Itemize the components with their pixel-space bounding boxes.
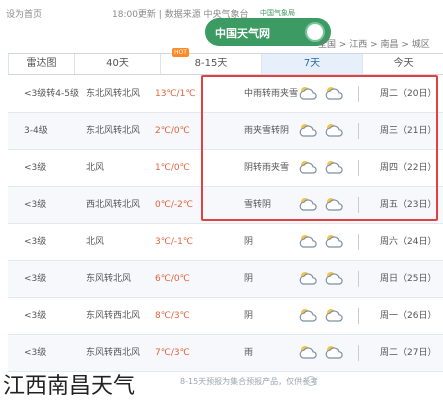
wind-direction: 东风转北风 bbox=[86, 274, 132, 284]
wind-level: <3级 bbox=[24, 311, 47, 321]
day-label: 周六（24日） bbox=[380, 237, 437, 247]
set-homepage-link[interactable]: 设为首页 bbox=[6, 7, 42, 20]
divider bbox=[358, 271, 359, 287]
temperature: 13℃/1℃ bbox=[155, 89, 196, 99]
temperature: 1℃/0℃ bbox=[155, 163, 190, 173]
tab-label: 40天 bbox=[106, 58, 129, 69]
site-logo[interactable]: 中国气象局 中国天气网 bbox=[205, 8, 331, 46]
tab-label: 8-15天 bbox=[194, 58, 228, 69]
weather-icon bbox=[324, 270, 344, 288]
tab-40day[interactable]: 40天 HOT bbox=[74, 48, 189, 74]
temperature: 7℃/3℃ bbox=[155, 348, 190, 358]
wind-direction: 西北风转北风 bbox=[86, 200, 141, 210]
tab-8-15day[interactable]: 8-15天 bbox=[160, 54, 261, 74]
day-label: 周日（25日） bbox=[380, 274, 437, 284]
tab-7day[interactable]: 7天 bbox=[261, 54, 362, 74]
wind-level: <3级 bbox=[24, 274, 47, 284]
tab-today[interactable]: 今天 bbox=[362, 54, 443, 74]
weather-icon bbox=[298, 344, 318, 362]
wind-level: <3级 bbox=[24, 348, 47, 358]
divider bbox=[358, 308, 359, 324]
wind-level: <3级 bbox=[24, 163, 47, 173]
weather-description: 阴 bbox=[244, 274, 254, 284]
temperature: 3℃/-1℃ bbox=[155, 237, 193, 247]
divider bbox=[358, 234, 359, 250]
tab-radar[interactable]: 雷达图 bbox=[8, 54, 74, 74]
wind-direction: 北风 bbox=[86, 237, 105, 247]
wind-direction: 东风转西北风 bbox=[86, 348, 141, 358]
forecast-row[interactable]: 周二（27日） 雨 7℃/3℃ 东风转西北风 <3级 bbox=[8, 335, 443, 372]
wind-level: <3级 bbox=[24, 200, 47, 210]
footnote: 8-15天预报为集合预报产品，仅供参考 bbox=[180, 377, 319, 386]
weather-icon bbox=[324, 344, 344, 362]
weather-description: 阴 bbox=[244, 311, 254, 321]
day-label: 周一（26日） bbox=[380, 311, 437, 321]
weather-icon bbox=[324, 233, 344, 251]
image-caption: 江西南昌天气 bbox=[3, 374, 136, 399]
temperature: 8℃/3℃ bbox=[155, 311, 190, 321]
forecast-row[interactable]: 周日（25日） 阴 6℃/0℃ 东风转北风 <3级 bbox=[8, 261, 443, 298]
wind-direction: 东北风转北风 bbox=[86, 89, 141, 99]
info-icon bbox=[306, 376, 316, 386]
wind-level: <3级 bbox=[24, 237, 47, 247]
weather-icon bbox=[298, 233, 318, 251]
temperature: 6℃/0℃ bbox=[155, 274, 190, 284]
wind-direction: 北风 bbox=[86, 163, 105, 173]
weather-description: 阴 bbox=[244, 237, 254, 247]
logo-subtitle: 中国气象局 bbox=[257, 8, 298, 18]
forecast-tabs: 雷达图 40天 HOT 8-15天 7天 今天 bbox=[8, 48, 443, 75]
highlight-box bbox=[201, 75, 438, 221]
tab-label: 雷达图 bbox=[26, 58, 57, 69]
divider bbox=[358, 345, 359, 361]
tab-label: 7天 bbox=[303, 58, 321, 69]
weather-description: 雨 bbox=[244, 348, 254, 358]
weather-icon bbox=[298, 307, 318, 325]
wind-direction: 东风转西北风 bbox=[86, 311, 141, 321]
forecast-row[interactable]: 周一（26日） 阴 8℃/3℃ 东风转西北风 <3级 bbox=[8, 298, 443, 335]
forecast-row[interactable]: 周六（24日） 阴 3℃/-1℃ 北风 <3级 bbox=[8, 224, 443, 261]
tab-label: 今天 bbox=[393, 58, 414, 69]
weather-icon bbox=[324, 307, 344, 325]
weather-icon bbox=[298, 270, 318, 288]
temperature: 0℃/-2℃ bbox=[155, 200, 193, 210]
wind-direction: 东北风转北风 bbox=[86, 126, 141, 136]
breadcrumb[interactable]: 全国 > 江西 > 南昌 > 城区 bbox=[318, 37, 430, 50]
day-label: 周二（27日） bbox=[380, 348, 437, 358]
wind-level: 3-4级 bbox=[24, 126, 48, 136]
temperature: 2℃/0℃ bbox=[155, 126, 190, 136]
wind-level: <3级转4-5级 bbox=[24, 89, 79, 99]
logo-title: 中国天气网 bbox=[215, 27, 270, 40]
